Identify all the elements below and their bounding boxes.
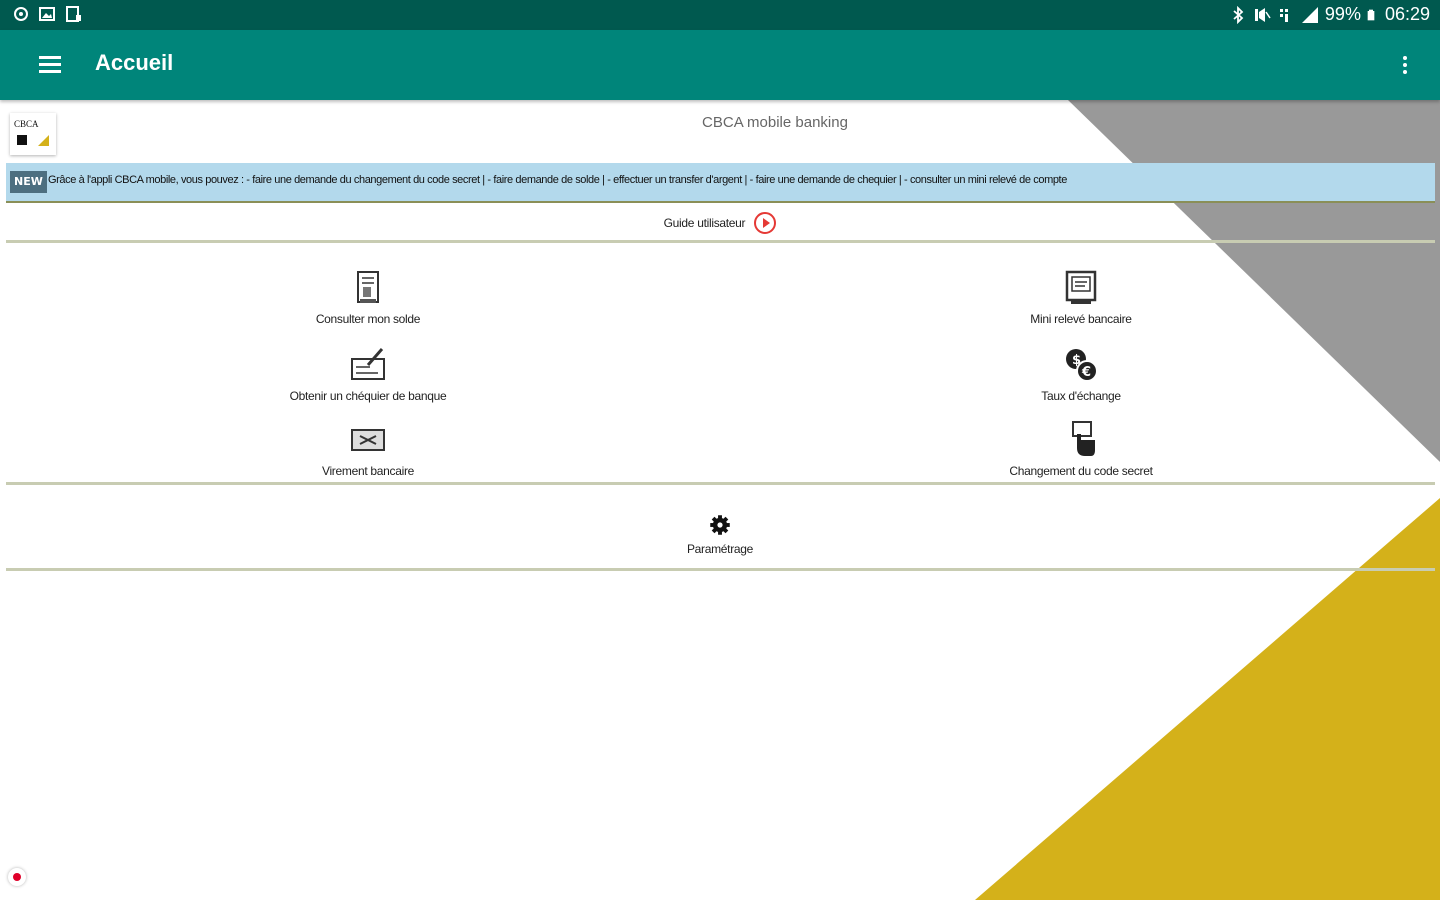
change-pin-button[interactable]: Changement du code secret	[931, 420, 1231, 478]
user-guide-label: Guide utilisateur	[663, 216, 746, 230]
main-content: CBCA CBCA mobile banking NEW Grâce à l'a…	[0, 100, 1440, 900]
document-icon	[66, 6, 81, 22]
bluetooth-icon	[1233, 5, 1244, 24]
divider	[6, 240, 1435, 243]
wifi-icon	[1279, 8, 1288, 22]
status-bar: 99% 06:29	[0, 0, 1440, 30]
page-title: Accueil	[95, 50, 174, 75]
currency-exchange-icon: $ €	[1066, 349, 1098, 382]
svg-text:$: $	[1072, 353, 1081, 368]
touch-icon	[1072, 421, 1095, 456]
user-guide-link[interactable]: Guide utilisateur	[0, 212, 1440, 240]
news-ticker: NEW Grâce à l'appli CBCA mobile, vous po…	[6, 163, 1435, 203]
overflow-menu-button[interactable]	[1390, 50, 1420, 80]
clock: 06:29	[1384, 4, 1430, 24]
new-badge: NEW	[10, 171, 47, 193]
mini-statement-button[interactable]: Mini relevé bancaire	[931, 268, 1231, 326]
consult-balance-button[interactable]: Consulter mon solde	[218, 268, 518, 326]
bank-transfer-button[interactable]: Virement bancaire	[218, 420, 518, 478]
receipt-icon	[357, 271, 379, 303]
battery-percent: 99%	[1324, 4, 1361, 24]
statement-icon	[1065, 270, 1097, 304]
hamburger-icon	[39, 56, 61, 59]
status-left-icons	[12, 5, 82, 23]
svg-text:€: €	[1081, 365, 1091, 380]
get-chequebook-label: Obtenir un chéquier de banque	[289, 389, 447, 403]
bank-transfer-label: Virement bancaire	[321, 464, 415, 478]
exchange-rate-button[interactable]: $ € Taux d'échange	[931, 345, 1231, 403]
transfer-icon	[351, 429, 385, 451]
divider	[6, 568, 1435, 571]
cheque-icon	[351, 348, 385, 380]
change-pin-label: Changement du code secret	[1009, 464, 1153, 478]
play-icon	[754, 212, 777, 234]
consult-balance-label: Consulter mon solde	[315, 312, 421, 326]
sync-icon	[14, 7, 28, 21]
app-subtitle: CBCA mobile banking	[702, 114, 848, 131]
get-chequebook-button[interactable]: Obtenir un chéquier de banque	[218, 345, 518, 403]
menu-button[interactable]	[30, 50, 70, 80]
mute-icon	[1254, 7, 1271, 22]
mini-statement-label: Mini relevé bancaire	[1030, 312, 1132, 326]
app-bar: Accueil	[0, 30, 1440, 100]
ticker-text: Grâce à l'appli CBCA mobile, vous pouvez…	[48, 174, 1067, 186]
status-right: 99% 06:29	[1229, 4, 1430, 25]
settings-label: Paramétrage	[686, 542, 754, 556]
settings-button[interactable]: Paramétrage	[570, 512, 870, 556]
signal-icon	[1301, 6, 1318, 23]
gear-icon	[710, 515, 730, 535]
battery-icon	[1367, 9, 1375, 20]
divider	[6, 482, 1435, 485]
exchange-rate-label: Taux d'échange	[1041, 389, 1121, 403]
more-vert-icon	[1403, 56, 1407, 60]
image-icon	[39, 7, 55, 21]
